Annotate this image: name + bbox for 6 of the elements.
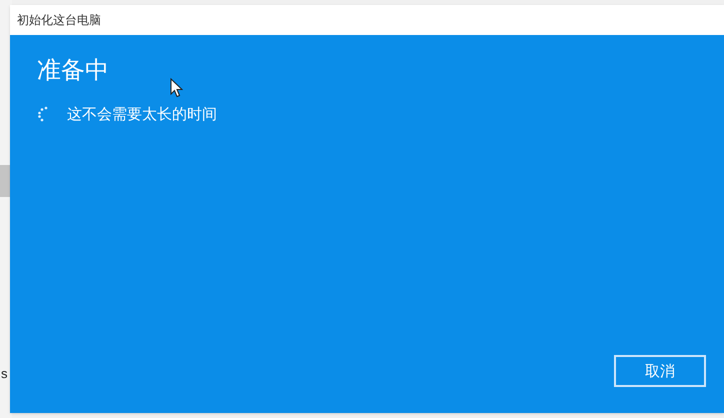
background-text: s bbox=[0, 367, 8, 380]
cancel-button[interactable]: 取消 bbox=[614, 355, 706, 387]
status-message: 这不会需要太长的时间 bbox=[67, 104, 217, 125]
heading: 准备中 bbox=[37, 55, 109, 85]
window-title: 初始化这台电脑 bbox=[17, 12, 101, 29]
cursor-icon bbox=[170, 78, 183, 98]
